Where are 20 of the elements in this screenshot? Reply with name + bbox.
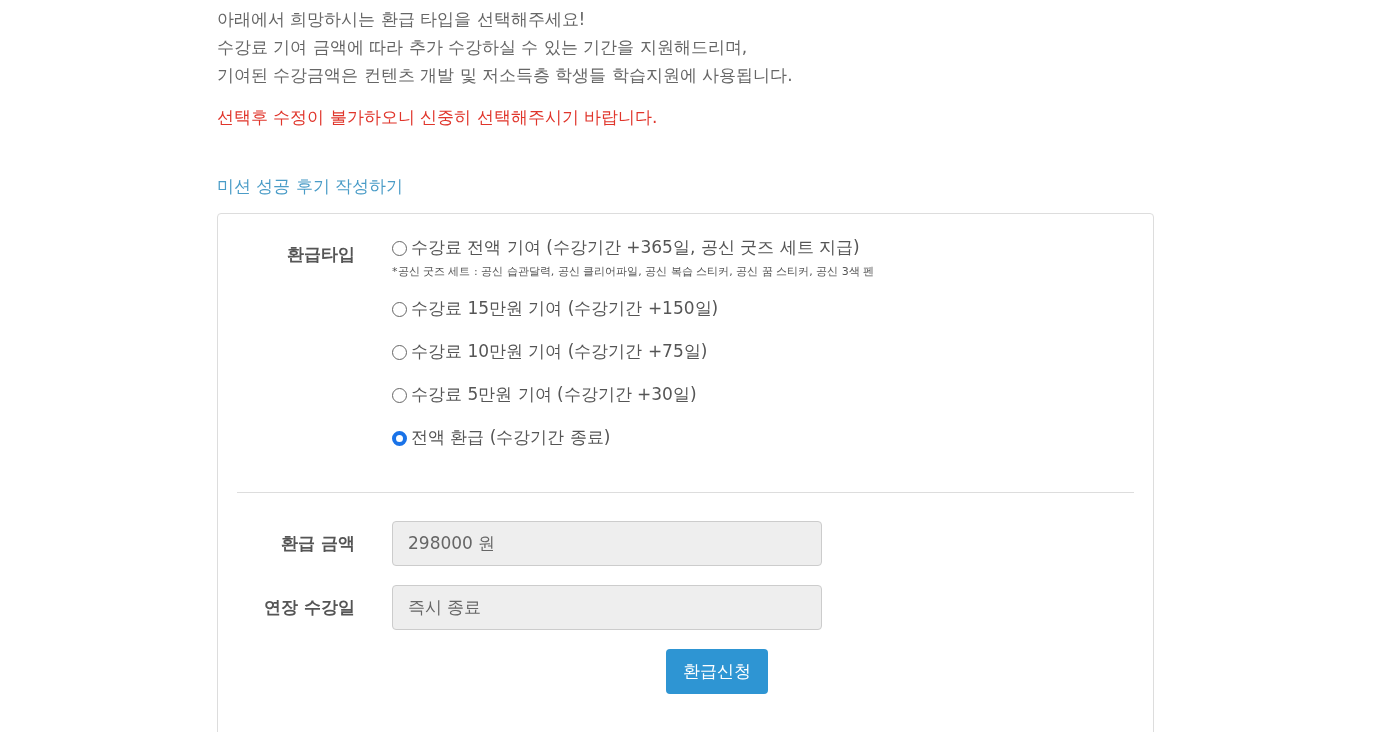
radio-button[interactable] (392, 301, 407, 317)
intro-text: 수강료 기여 금액에 따라 추가 수강하실 수 있는 기간을 지원해드리며, (217, 36, 749, 59)
readonly-field[interactable]: 즉시 종료 (392, 585, 822, 630)
intro-text: 아래에서 희망하시는 환급 타입을 선택해주세요! (217, 8, 587, 31)
field-label: 환급타입 (287, 244, 355, 264)
readonly-field[interactable]: 298000 원 (392, 521, 822, 566)
note-text: *공신 굿즈 세트 : 공신 습관달력, 공신 클리어파일, 공신 복습 스티커, 공신 꿈 스티커, 공신 3색 펜 (392, 264, 875, 280)
radio-button[interactable] (392, 240, 407, 256)
radio-option[interactable]: 수강료 10만원 기여 (수강기간 +75일) (392, 338, 875, 366)
radio-button[interactable] (392, 344, 407, 360)
radio-option[interactable]: 전액 환급 (수강기간 종료) (392, 424, 875, 452)
radio-button[interactable] (392, 430, 407, 446)
radio-option[interactable]: 수강료 전액 기여 (수강기간 +365일, 공신 굿즈 세트 지급) (392, 234, 875, 262)
radio-option[interactable]: 수강료 15만원 기여 (수강기간 +150일) (392, 295, 875, 323)
field-label: 연장 수강일 (264, 596, 355, 617)
radio-option[interactable]: 수강료 5만원 기여 (수강기간 +30일) (392, 381, 875, 409)
warning-text: 선택후 수정이 불가하오니 신중히 선택해주시기 바랍니다. (217, 106, 659, 129)
intro-text: 기여된 수강금액은 컨텐츠 개발 및 저소득층 학생들 학습지원에 사용됩니다. (217, 64, 794, 87)
radio-button[interactable] (392, 387, 407, 403)
field-label: 환급 금액 (281, 532, 355, 553)
